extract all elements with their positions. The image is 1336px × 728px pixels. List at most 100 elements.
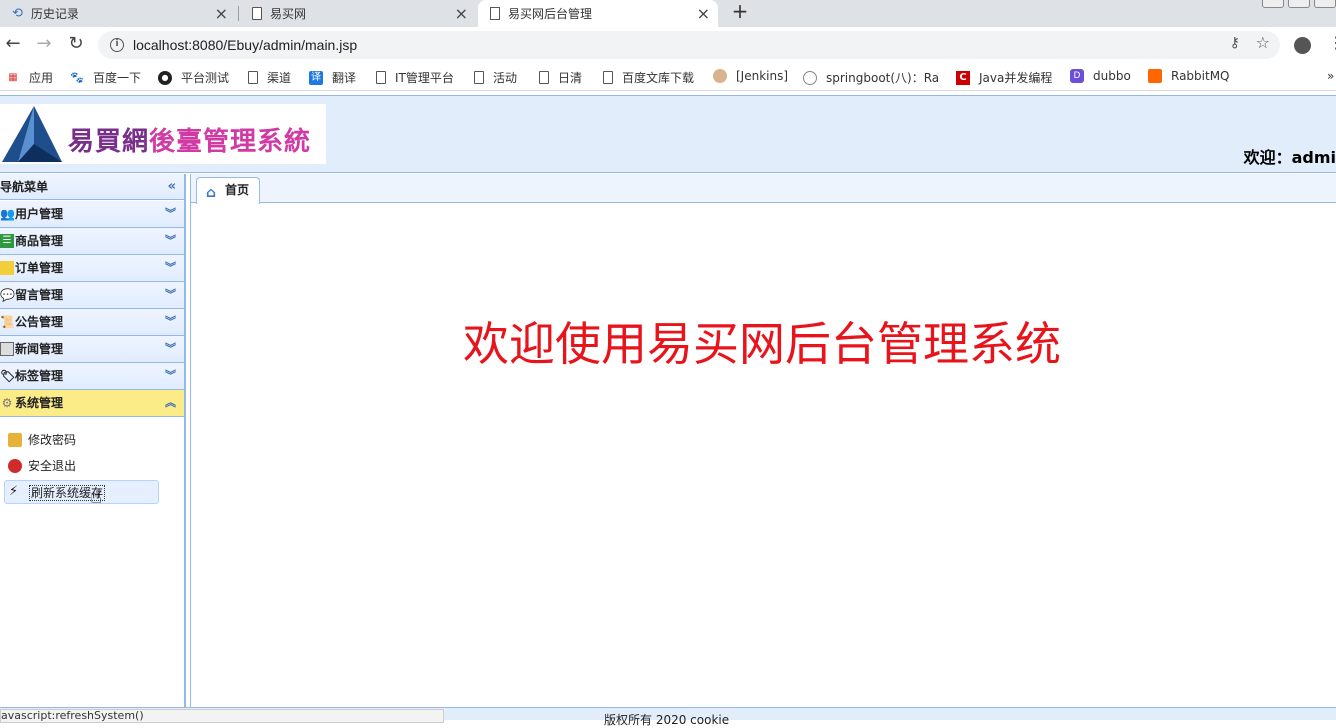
reload-button[interactable]: ↻ — [66, 34, 86, 54]
bookmark-it-platform[interactable]: IT管理平台 — [376, 69, 454, 86]
sidebar-item-label: 新闻管理 — [15, 342, 64, 356]
menu-item-logout[interactable]: 安全退出 — [4, 454, 159, 478]
bookmark-platform[interactable]: ● 平台测试 — [158, 69, 229, 86]
profile-icon[interactable] — [1294, 37, 1311, 54]
logo-text-part2: 後臺管理系統 — [149, 127, 312, 157]
browser-tab-admin[interactable]: 易买网后台管理 × — [478, 0, 718, 27]
close-icon[interactable]: × — [455, 4, 468, 23]
bookmark-channel[interactable]: 渠道 — [248, 69, 291, 86]
document-icon — [252, 7, 262, 20]
collapse-icon[interactable]: « — [168, 174, 176, 200]
sidebar-item-orders[interactable]: 订单管理 ︾ — [0, 255, 184, 282]
info-icon[interactable]: i — [110, 38, 124, 52]
jenkins-icon — [713, 69, 727, 83]
bookmark-activity[interactable]: 活动 — [474, 69, 517, 86]
bookmark-apps[interactable]: ▦ 应用 — [6, 69, 53, 86]
tag-icon: 🏷 — [0, 369, 16, 383]
menu-item-change-password[interactable]: 修改密码 — [4, 428, 159, 452]
bookmarks-overflow-label: » — [1327, 69, 1335, 83]
menu-icon[interactable]: ⋮ — [1328, 33, 1336, 52]
maximize-button[interactable] — [1288, 0, 1310, 8]
sidebar-item-notices[interactable]: 📜 公告管理 ︾ — [0, 309, 184, 336]
logo-text-part1: 易買網 — [68, 127, 150, 157]
content-tabs-bar: ⌂ 首页 — [191, 174, 1336, 204]
home-icon: ⌂ — [206, 185, 217, 201]
app-logo: 易買網後臺管理系統 — [0, 104, 326, 164]
sidebar-title: 导航菜单 « — [0, 174, 184, 200]
bookmark-label: 日清 — [558, 71, 583, 85]
sidebar-item-users[interactable]: 👥 用户管理 ︾ — [0, 201, 184, 228]
bookmark-label: 活动 — [493, 71, 518, 85]
bookmark-baidu[interactable]: 🐾 百度一下 — [70, 69, 141, 86]
bookmark-label: Java并发编程 — [979, 71, 1053, 85]
bookmark-label: [Jenkins] — [736, 69, 789, 83]
folder-icon — [0, 261, 14, 275]
bookmark-translate[interactable]: 译 翻译 — [309, 69, 356, 86]
chevron-up-icon: ︽ — [165, 396, 176, 409]
sidebar-item-label: 系统管理 — [15, 396, 64, 410]
address-bar[interactable]: i localhost:8080/Ebuy/admin/main.jsp ⚷ ☆ — [98, 31, 1280, 59]
document-icon — [376, 71, 386, 84]
back-button[interactable]: ← — [3, 34, 23, 54]
bookmark-label: 平台测试 — [181, 71, 230, 85]
menu-item-refresh-cache[interactable]: ⚡ 刷新系统缓存 — [4, 480, 159, 504]
key-icon[interactable]: ⚷ — [1230, 35, 1240, 51]
sidebar-item-products[interactable]: ☰ 商品管理 ︾ — [0, 228, 184, 255]
logo-triangle-icon — [2, 106, 62, 162]
document-icon — [603, 71, 613, 84]
exit-icon — [8, 459, 22, 473]
sidebar-item-news[interactable]: 新闻管理 ︾ — [0, 336, 184, 363]
bookmark-daily[interactable]: 日清 — [539, 69, 582, 86]
minimize-button[interactable] — [1262, 0, 1284, 8]
tab-home[interactable]: ⌂ 首页 — [196, 177, 260, 204]
bookmark-jenkins[interactable]: [Jenkins] — [713, 69, 788, 83]
menu-item-label: 安全退出 — [28, 459, 77, 473]
window-close-button[interactable] — [1314, 0, 1336, 8]
main-content: ⌂ 首页 欢迎使用易买网后台管理系统 — [190, 174, 1336, 707]
document-icon — [248, 71, 258, 84]
document-icon — [490, 7, 500, 20]
tab-separator — [238, 6, 239, 21]
chevron-down-icon: ︾ — [165, 342, 176, 355]
sidebar-item-tags[interactable]: 🏷 标签管理 ︾ — [0, 363, 184, 390]
close-icon[interactable]: × — [697, 4, 710, 23]
bookmark-springboot[interactable]: springboot(八)：Ra — [803, 69, 939, 86]
chevron-down-icon: ︾ — [165, 261, 176, 274]
menu-item-label: 修改密码 — [28, 433, 77, 447]
bookmark-label: springboot(八)：Ra — [826, 71, 940, 85]
new-tab-button[interactable]: + — [729, 0, 751, 24]
close-icon[interactable]: × — [215, 4, 228, 23]
bookmark-rabbitmq[interactable]: RabbitMQ — [1148, 69, 1230, 83]
url-text[interactable]: localhost:8080/Ebuy/admin/main.jsp — [133, 37, 357, 53]
hand-cursor-icon: ☝ — [90, 484, 103, 508]
bookmark-java[interactable]: C Java并发编程 — [956, 69, 1052, 86]
bookmarks-bar: ▦ 应用 🐾 百度一下 ● 平台测试 渠道 译 翻译 IT管理平台 活动 日清 … — [0, 63, 1336, 91]
bookmark-label: 翻译 — [332, 71, 357, 85]
bookmarks-overflow-button[interactable]: » — [1327, 69, 1334, 83]
history-icon: ⟲ — [12, 6, 23, 21]
tab-title: 历史记录 — [30, 7, 79, 21]
document-icon — [539, 71, 549, 84]
browser-tab-ebuy[interactable]: 易买网 × — [240, 0, 476, 27]
document-icon — [474, 71, 484, 84]
star-icon[interactable]: ☆ — [1256, 33, 1270, 52]
welcome-user: 欢迎：admi — [1243, 148, 1336, 167]
sidebar-item-messages[interactable]: 💬 留言管理 ︾ — [0, 282, 184, 309]
translate-icon: 译 — [309, 70, 323, 85]
sidebar-item-system[interactable]: ⚙ 系统管理 ︽ — [0, 390, 184, 417]
browser-tab-history[interactable]: ⟲ 历史记录 × — [0, 0, 236, 27]
baidu-icon: 🐾 — [70, 70, 84, 84]
bookmark-label: 渠道 — [267, 71, 292, 85]
tab-title: 易买网后台管理 — [508, 7, 593, 21]
sidebar-item-label: 公告管理 — [15, 315, 64, 329]
bookmark-wenku[interactable]: 百度文库下载 — [603, 69, 694, 86]
bookmark-label: 百度文库下载 — [622, 71, 695, 85]
forward-button[interactable]: → — [34, 34, 54, 54]
bookmark-dubbo[interactable]: D dubbo — [1070, 69, 1131, 83]
dubbo-icon: D — [1070, 69, 1084, 83]
springboot-icon — [803, 70, 817, 85]
sidebar: 导航菜单 « 👥 用户管理 ︾ ☰ 商品管理 ︾ 订单管理 ︾ 💬 留言管理 ︾… — [0, 174, 186, 707]
sidebar-item-label: 标签管理 — [15, 369, 64, 383]
address-toolbar: ← → ↻ i localhost:8080/Ebuy/admin/main.j… — [0, 27, 1336, 63]
browser-status-bar: avascript:refreshSystem() — [0, 709, 444, 723]
